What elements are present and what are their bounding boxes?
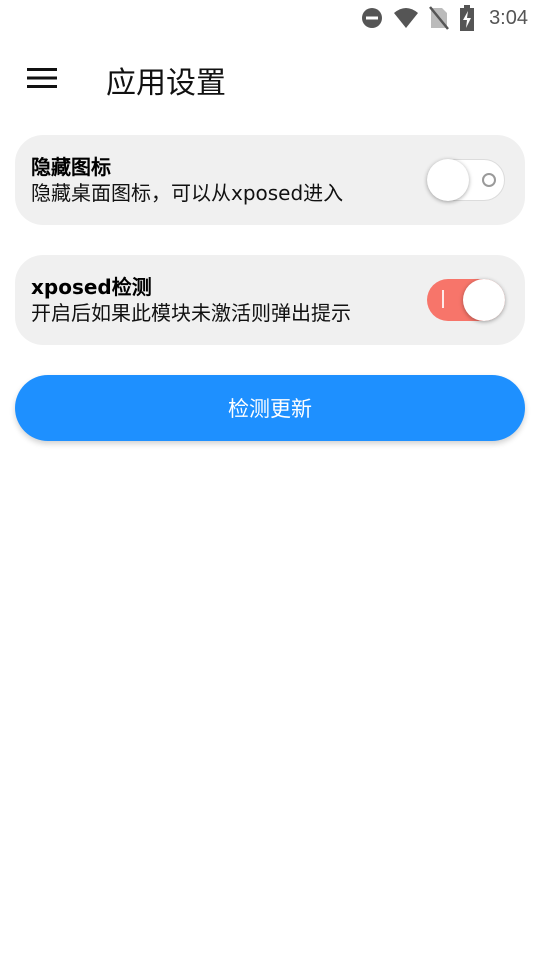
- setting-description: 开启后如果此模块未激活则弹出提示: [31, 301, 351, 325]
- toggle-thumb: [463, 279, 505, 321]
- setting-title: 隐藏图标: [31, 155, 111, 179]
- app-toolbar: 应用设置: [0, 44, 540, 116]
- toggle-on-indicator: [442, 290, 444, 308]
- xposed-check-toggle[interactable]: [427, 277, 505, 323]
- menu-button[interactable]: [14, 52, 70, 108]
- battery-charging-icon: [459, 5, 475, 31]
- setting-card-xposed-check: xposed检测 开启后如果此模块未激活则弹出提示: [15, 255, 525, 345]
- wifi-icon: [393, 7, 419, 29]
- toggle-off-indicator: [482, 173, 496, 187]
- page-title: 应用设置: [106, 66, 226, 101]
- hide-icon-toggle[interactable]: [427, 157, 505, 203]
- menu-icon: [27, 67, 57, 93]
- do-not-disturb-icon: [361, 7, 383, 29]
- status-time: 3:04: [489, 6, 528, 29]
- status-bar: 3:04: [0, 0, 540, 36]
- setting-description: 隐藏桌面图标，可以从xposed进入: [31, 181, 344, 205]
- setting-title: xposed检测: [31, 275, 152, 299]
- setting-card-hide-icon: 隐藏图标 隐藏桌面图标，可以从xposed进入: [15, 135, 525, 225]
- check-update-button[interactable]: 检测更新: [15, 375, 525, 441]
- no-sim-icon: [429, 6, 450, 30]
- toggle-thumb: [427, 159, 469, 201]
